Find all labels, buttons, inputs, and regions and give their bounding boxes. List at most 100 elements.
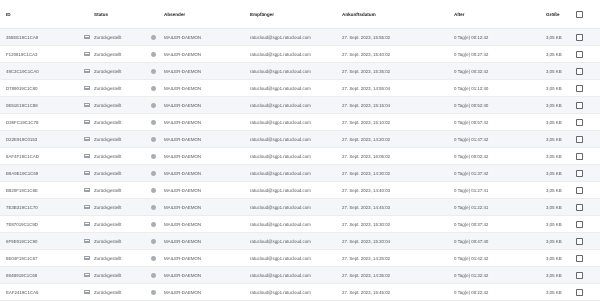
info-icon[interactable] [151, 119, 156, 125]
envelope-icon[interactable] [84, 188, 90, 192]
info-icon[interactable] [151, 289, 156, 295]
table-row[interactable]: 7E3B319C1C70 Zurückgestellt MAILER-DAEMON r… [0, 199, 600, 216]
message-id[interactable]: 49C3C19C1CA0 [6, 69, 39, 74]
message-id[interactable]: 884B919C1C68 [6, 273, 37, 278]
table-row[interactable]: 6F9E919C1C90 Zurückgestellt MAILER-DAEMON r… [0, 233, 600, 250]
info-icon[interactable] [151, 204, 156, 210]
envelope-icon[interactable] [84, 205, 90, 209]
table-row[interactable]: F120819C1CA3 Zurückgestellt MAILER-DAEMON r… [0, 46, 600, 63]
header-size[interactable]: Größe [546, 12, 576, 17]
table-row[interactable]: D789019C1C80 Zurückgestellt MAILER-DAEMON r… [0, 80, 600, 97]
message-id[interactable]: EAF2419C1CA5 [6, 290, 38, 295]
row-checkbox[interactable] [576, 50, 583, 58]
info-icon[interactable] [151, 68, 156, 74]
table-row[interactable]: B9A9E19C1C69 Zurückgestellt MAILER-DAEMON r… [0, 165, 600, 182]
row-checkbox[interactable] [576, 135, 583, 143]
info-icon[interactable] [151, 238, 156, 244]
message-id[interactable]: 7E3B319C1C70 [6, 205, 38, 210]
table-row[interactable]: 0E51E19C1C88 Zurückgestellt MAILER-DAEMON r… [0, 97, 600, 114]
info-icon[interactable] [151, 153, 156, 159]
envelope-icon[interactable] [84, 120, 90, 124]
message-id[interactable]: B9A9E19C1C69 [6, 171, 38, 176]
size-cell: 3,05 KB [546, 136, 562, 142]
envelope-icon[interactable] [84, 103, 90, 107]
message-id[interactable]: D789019C1C80 [6, 86, 38, 91]
message-id[interactable]: 355EE19C1CA9 [6, 35, 38, 40]
table-row[interactable]: 884B919C1C68 Zurückgestellt MAILER-DAEMON r… [0, 267, 600, 284]
message-id[interactable]: 7E87019C1C9D [6, 222, 38, 227]
info-icon[interactable] [151, 272, 156, 278]
envelope-icon[interactable] [84, 290, 90, 294]
recipient-cell: ratucloud@sgp1.ratucloud.com [250, 238, 311, 244]
recipient-cell: ratucloud@sgp1.ratucloud.com [250, 136, 311, 142]
envelope-icon[interactable] [84, 35, 90, 39]
row-checkbox[interactable] [576, 254, 583, 262]
row-checkbox[interactable] [576, 169, 583, 177]
size-cell: 3,05 KB [546, 102, 562, 108]
header-sender[interactable]: Absender [164, 12, 250, 17]
header-status[interactable]: Status [94, 12, 164, 17]
envelope-icon[interactable] [84, 222, 90, 226]
info-icon[interactable] [151, 102, 156, 108]
table-row[interactable]: B820F19C1C6E Zurückgestellt MAILER-DAEMON r… [0, 182, 600, 199]
message-id[interactable]: D22E919C0153 [6, 137, 37, 142]
status-text: Zurückgestellt [94, 34, 122, 40]
message-id[interactable]: 8AF4F19C1CAD [6, 154, 39, 159]
table-row[interactable]: D36FC19C1C78 Zurückgestellt MAILER-DAEMON r… [0, 114, 600, 131]
header-recipient[interactable]: Empfänger [250, 12, 342, 17]
message-id[interactable]: 0E51E19C1C88 [6, 103, 38, 108]
table-row[interactable]: 355EE19C1CA9 Zurückgestellt MAILER-DAEMON r… [0, 29, 600, 46]
message-id[interactable]: 8E04F19C1C67 [6, 256, 38, 261]
row-checkbox-cell [576, 220, 600, 228]
info-icon[interactable] [151, 51, 156, 57]
table-row[interactable]: D22E919C0153 Zurückgestellt MAILER-DAEMON r… [0, 131, 600, 148]
envelope-icon[interactable] [84, 273, 90, 277]
row-checkbox[interactable] [576, 67, 583, 75]
row-checkbox[interactable] [576, 237, 583, 245]
message-id[interactable]: B820F19C1C6E [6, 188, 38, 193]
row-checkbox[interactable] [576, 288, 583, 296]
row-checkbox[interactable] [576, 271, 583, 279]
info-icon[interactable] [151, 85, 156, 91]
header-age[interactable]: Alter [454, 12, 546, 17]
envelope-icon[interactable] [84, 239, 90, 243]
row-checkbox[interactable] [576, 101, 583, 109]
header-arrival-date[interactable]: Ankunftsdatum [342, 12, 454, 17]
row-checkbox[interactable] [576, 118, 583, 126]
info-icon[interactable] [151, 170, 156, 176]
sender-cell: MAILER-DAEMON [164, 272, 202, 278]
sender-cell: MAILER-DAEMON [164, 221, 202, 227]
row-checkbox[interactable] [576, 152, 583, 160]
table-row[interactable]: 8E04F19C1C67 Zurückgestellt MAILER-DAEMON r… [0, 250, 600, 267]
envelope-icon[interactable] [84, 154, 90, 158]
info-icon[interactable] [151, 187, 156, 193]
envelope-icon[interactable] [84, 171, 90, 175]
info-icon[interactable] [151, 255, 156, 261]
table-row[interactable]: 49C3C19C1CA0 Zurückgestellt MAILER-DAEMON r… [0, 63, 600, 80]
table-row[interactable]: 8AF4F19C1CAD Zurückgestellt MAILER-DAEMON r… [0, 148, 600, 165]
envelope-icon[interactable] [84, 86, 90, 90]
row-checkbox[interactable] [576, 84, 583, 92]
header-id[interactable]: ID [6, 12, 94, 17]
info-icon[interactable] [151, 34, 156, 40]
row-checkbox[interactable] [576, 186, 583, 194]
size-cell: 3,05 KB [546, 153, 562, 159]
row-checkbox[interactable] [576, 33, 583, 41]
sender-cell: MAILER-DAEMON [164, 102, 202, 108]
table-row[interactable]: EAF2419C1CA5 Zurückgestellt MAILER-DAEMON r… [0, 284, 600, 301]
select-all-checkbox[interactable] [576, 10, 583, 18]
message-id[interactable]: 6F9E919C1C90 [6, 239, 38, 244]
row-checkbox[interactable] [576, 203, 583, 211]
envelope-icon[interactable] [84, 69, 90, 73]
message-id[interactable]: F120819C1CA3 [6, 52, 38, 57]
info-icon[interactable] [151, 221, 156, 227]
envelope-icon[interactable] [84, 256, 90, 260]
status-cell: Zurückgestellt [94, 187, 164, 193]
row-checkbox[interactable] [576, 220, 583, 228]
message-id[interactable]: D36FC19C1C78 [6, 120, 38, 125]
envelope-icon[interactable] [84, 137, 90, 141]
info-icon[interactable] [151, 136, 156, 142]
table-row[interactable]: 7E87019C1C9D Zurückgestellt MAILER-DAEMON r… [0, 216, 600, 233]
envelope-icon[interactable] [84, 52, 90, 56]
status-text: Zurückgestellt [94, 255, 122, 261]
